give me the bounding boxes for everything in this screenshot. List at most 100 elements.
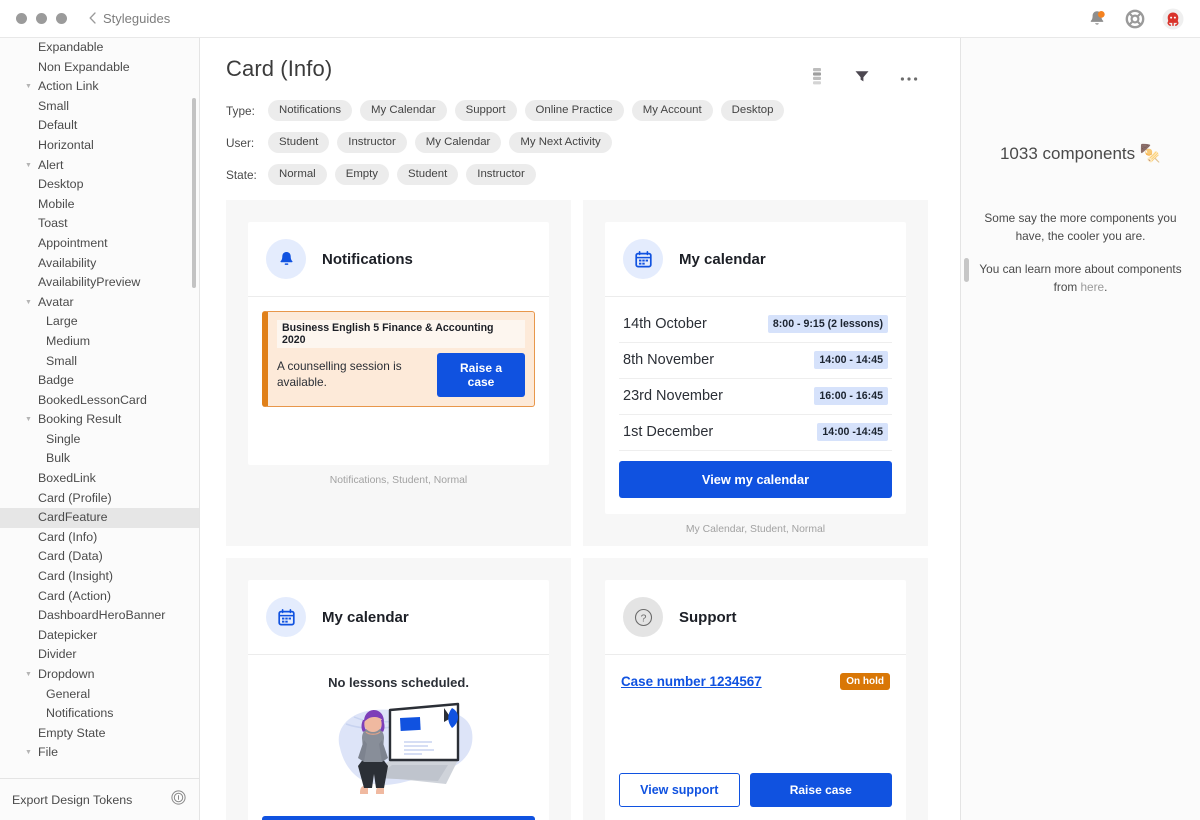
view-my-calendar-button[interactable]: View my calendar [262, 816, 535, 820]
filter-chip-notifications[interactable]: Notifications [268, 100, 353, 121]
sidebar-item-card-profile[interactable]: Card (Profile) [0, 489, 199, 509]
chevron-down-icon[interactable]: ▼ [25, 743, 38, 763]
layers-icon[interactable] [810, 67, 824, 90]
sidebar-item-dropdown[interactable]: ▼ Dropdown [0, 665, 199, 685]
sidebar-item-label: Action Link [38, 79, 99, 94]
filter-chip-instructor[interactable]: Instructor [337, 132, 407, 153]
sidebar-item-single[interactable]: Single [0, 430, 199, 450]
sidebar-item-action-link[interactable]: ▼ Action Link [0, 77, 199, 97]
sidebar-item-general[interactable]: General [0, 685, 199, 705]
sidebar-item-bulk[interactable]: Bulk [0, 449, 199, 469]
case-number-link[interactable]: Case number 1234567 [621, 674, 762, 689]
filter-chip-student[interactable]: Student [397, 164, 459, 185]
woman-with-laptop-illustration [262, 696, 535, 804]
filter-row: User: Student Instructor My Calendar My Next… [226, 132, 930, 153]
sidebar-item-card-data[interactable]: Card (Data) [0, 547, 199, 567]
minimize-window-button[interactable] [36, 13, 47, 24]
sidebar-item-dashboardherobanner[interactable]: DashboardHeroBanner [0, 606, 199, 626]
sidebar-item-cardfeature[interactable]: CardFeature [0, 508, 199, 528]
help-lifebuoy-icon[interactable] [1124, 8, 1146, 30]
sidebar-item-avatar[interactable]: ▼ Avatar [0, 293, 199, 313]
sidebar-item-small[interactable]: Small [0, 352, 199, 372]
chevron-down-icon[interactable]: ▼ [25, 156, 38, 176]
calendar-lesson-row[interactable]: 8th November 14:00 - 14:45 [619, 343, 892, 379]
back-navigation[interactable]: Styleguides [89, 11, 170, 26]
raise-a-case-button[interactable]: Raise a case [437, 353, 525, 397]
sidebar-item-card-info[interactable]: Card (Info) [0, 528, 199, 548]
filter-funnel-icon[interactable] [854, 69, 870, 88]
sidebar-item-desktop[interactable]: Desktop [0, 175, 199, 195]
sidebar-item-default[interactable]: Default [0, 116, 199, 136]
filter-chip-instructor[interactable]: Instructor [466, 164, 536, 185]
filter-chip-my-calendar[interactable]: My Calendar [414, 132, 502, 153]
sidebar-item-file[interactable]: ▼ File [0, 743, 199, 763]
sidebar-item-alert[interactable]: ▼ Alert [0, 156, 199, 176]
sidebar-item-datepicker[interactable]: Datepicker [0, 626, 199, 646]
sidebar-item-label: Horizontal [38, 137, 94, 152]
chevron-down-icon[interactable]: ▼ [25, 410, 38, 430]
traffic-lights[interactable] [16, 13, 67, 24]
sidebar-item-card-insight[interactable]: Card (Insight) [0, 567, 199, 587]
filter-chip-my-next-activity[interactable]: My Next Activity [509, 132, 612, 153]
sidebar-item-large[interactable]: Large [0, 312, 199, 332]
user-avatar-octopus-icon[interactable] [1162, 8, 1184, 30]
filter-chip-empty[interactable]: Empty [334, 164, 389, 185]
calendar-lesson-row[interactable]: 1st December 14:00 -14:45 [619, 415, 892, 451]
view-support-button[interactable]: View support [619, 773, 740, 807]
sidebar-item-small[interactable]: Small [0, 97, 199, 117]
sidebar-item-availabilitypreview[interactable]: AvailabilityPreview [0, 273, 199, 293]
sidebar-item-badge[interactable]: Badge [0, 371, 199, 391]
sidebar-item-notifications[interactable]: Notifications [0, 704, 199, 724]
sidebar-item-label: CardFeature [38, 510, 108, 525]
lesson-time-badge: 14:00 - 14:45 [814, 351, 888, 369]
filter-chip-group: Normal Empty Student Instructor [268, 164, 536, 185]
main-content: Card (Info) Type: Notifications My Calen… [200, 38, 960, 820]
raise-case-button[interactable]: Raise case [749, 773, 892, 807]
sidebar-item-non-expandable[interactable]: Non Expandable [0, 58, 199, 78]
sidebar-item-horizontal[interactable]: Horizontal [0, 136, 199, 156]
sidebar-scrollbar[interactable] [192, 98, 196, 288]
calendar-icon [266, 597, 306, 637]
sidebar-item-availability[interactable]: Availability [0, 254, 199, 274]
zoom-window-button[interactable] [56, 13, 67, 24]
info-paragraph-two-suffix: . [1104, 280, 1108, 295]
sidebar-item-booking-result[interactable]: ▼ Booking Result [0, 410, 199, 430]
learn-more-link[interactable]: here [1080, 280, 1104, 294]
main-scrollbar[interactable] [964, 258, 969, 282]
sidebar-item-label: AvailabilityPreview [38, 275, 141, 290]
sidebar-item-toast[interactable]: Toast [0, 214, 199, 234]
calendar-lesson-row[interactable]: 14th October 8:00 - 9:15 (2 lessons) [619, 311, 892, 343]
filter-chip-online-practice[interactable]: Online Practice [524, 100, 624, 121]
sidebar-item-mobile[interactable]: Mobile [0, 195, 199, 215]
sidebar-item-divider[interactable]: Divider [0, 645, 199, 665]
sidebar-item-appointment[interactable]: Appointment [0, 234, 199, 254]
info-circle-icon[interactable] [171, 789, 186, 810]
lesson-date: 23rd November [623, 388, 723, 404]
filter-chip-normal[interactable]: Normal [268, 164, 327, 185]
sidebar-item-empty-state[interactable]: Empty State [0, 724, 199, 744]
filter-chip-support[interactable]: Support [454, 100, 517, 121]
close-window-button[interactable] [16, 13, 27, 24]
sidebar-list[interactable]: Expandable Non Expandable ▼ Action Link Smal… [0, 38, 199, 778]
filter-chip-my-account[interactable]: My Account [631, 100, 713, 121]
chevron-down-icon[interactable]: ▼ [25, 665, 38, 685]
sidebar-item-card-action[interactable]: Card (Action) [0, 587, 199, 607]
sidebar-item-bookedlessoncard[interactable]: BookedLessonCard [0, 391, 199, 411]
export-design-tokens-button[interactable]: Export Design Tokens [0, 778, 199, 820]
filter-chip-desktop[interactable]: Desktop [720, 100, 785, 121]
view-my-calendar-button[interactable]: View my calendar [619, 461, 892, 498]
sidebar-item-label: Large [46, 314, 78, 329]
filter-chip-my-calendar[interactable]: My Calendar [360, 100, 447, 121]
more-horizontal-icon[interactable] [900, 69, 918, 87]
sidebar-item-boxedlink[interactable]: BoxedLink [0, 469, 199, 489]
sidebar-item-expandable[interactable]: Expandable [0, 38, 199, 58]
card-my-calendar: My calendar 14th October 8:00 - 9:15 (2 l… [605, 222, 906, 514]
card-header: Notifications [248, 222, 549, 297]
chevron-down-icon[interactable]: ▼ [25, 293, 38, 313]
sidebar-item-medium[interactable]: Medium [0, 332, 199, 352]
calendar-lesson-row[interactable]: 23rd November 16:00 - 16:45 [619, 379, 892, 415]
notifications-bell-icon[interactable] [1086, 8, 1108, 30]
filter-chip-student[interactable]: Student [268, 132, 330, 153]
page-header-actions [810, 67, 930, 90]
chevron-down-icon[interactable]: ▼ [25, 77, 38, 97]
